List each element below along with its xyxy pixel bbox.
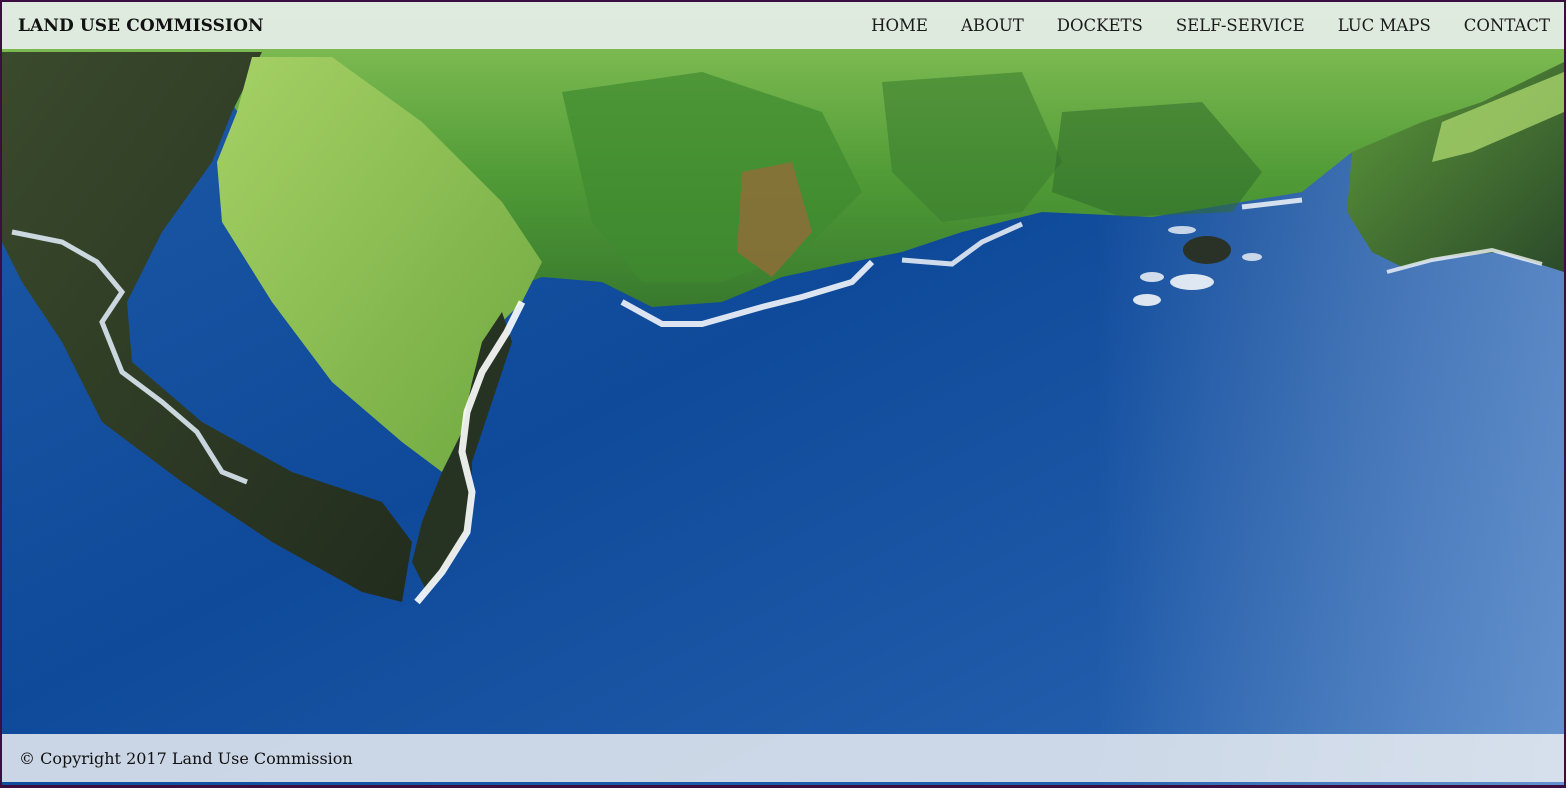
main-nav: HOME ABOUT DOCKETS SELF-SERVICE LUC MAPS… xyxy=(871,2,1550,49)
hero-background-image xyxy=(2,2,1564,785)
top-navigation-bar: LAND USE COMMISSION HOME ABOUT DOCKETS S… xyxy=(2,2,1564,49)
site-brand-link[interactable]: LAND USE COMMISSION xyxy=(18,16,264,36)
nav-link-home[interactable]: HOME xyxy=(871,16,928,35)
nav-link-contact[interactable]: CONTACT xyxy=(1464,16,1550,35)
nav-link-dockets[interactable]: DOCKETS xyxy=(1057,16,1143,35)
page-footer: © Copyright 2017 Land Use Commission xyxy=(2,734,1564,782)
nav-link-luc-maps[interactable]: LUC MAPS xyxy=(1338,16,1431,35)
nav-link-self-service[interactable]: SELF-SERVICE xyxy=(1176,16,1305,35)
page-frame: LAND USE COMMISSION HOME ABOUT DOCKETS S… xyxy=(2,2,1564,785)
copyright-text: © Copyright 2017 Land Use Commission xyxy=(19,748,353,768)
nav-link-about[interactable]: ABOUT xyxy=(961,16,1024,35)
